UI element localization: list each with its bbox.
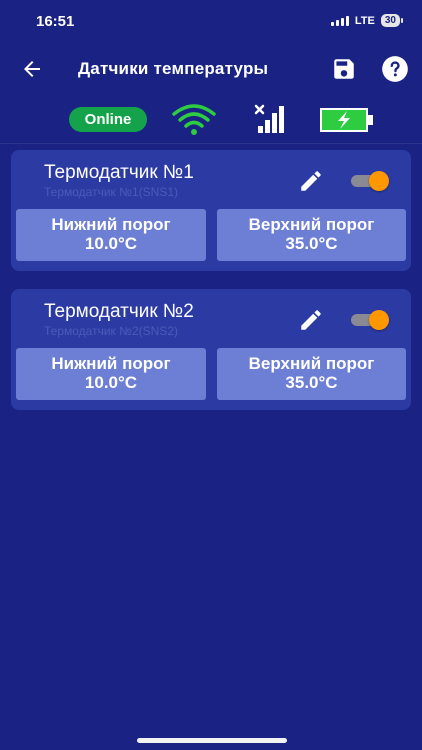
sensor-card: Термодатчик №1 Термодатчик №1(SNS1) Нижн…: [11, 150, 411, 271]
low-threshold-label: Нижний порог: [51, 215, 171, 235]
sensor-name: Термодатчик №1: [44, 162, 194, 183]
toggle-knob: [369, 310, 389, 330]
status-battery-icon: 30: [380, 14, 404, 27]
sensor-name: Термодатчик №2: [44, 301, 194, 322]
high-threshold-value: 35.0°C: [285, 234, 338, 253]
status-bar: 16:51 LTE 30: [0, 0, 422, 44]
sensor-id: Термодатчик №1(SNS1): [44, 185, 178, 199]
signal-strength-icon: [330, 15, 349, 26]
low-threshold-value: 10.0°C: [84, 373, 138, 392]
high-threshold-label: Верхний порог: [248, 215, 375, 235]
app-bar: Датчики температуры: [0, 48, 422, 90]
cellular-no-signal-icon: [254, 104, 284, 133]
help-icon[interactable]: [381, 55, 409, 83]
low-threshold-button[interactable]: Нижний порог 10.0°C: [16, 209, 206, 261]
edit-icon[interactable]: [298, 307, 324, 333]
high-threshold-value: 35.0°C: [285, 373, 338, 392]
battery-charging-icon: [320, 108, 373, 132]
status-time: 16:51: [36, 13, 75, 30]
save-icon[interactable]: [331, 56, 357, 82]
status-icons: LTE 30: [330, 14, 404, 27]
online-status-badge: Online: [69, 107, 147, 132]
sensor-enable-toggle[interactable]: [349, 310, 391, 330]
high-threshold-button[interactable]: Верхний порог 35.0°C: [217, 348, 406, 400]
low-threshold-value: 10.0°C: [84, 234, 138, 253]
page-title: Датчики температуры: [78, 59, 269, 78]
header-divider: [0, 143, 422, 144]
sensor-card: Термодатчик №2 Термодатчик №2(SNS2) Нижн…: [11, 289, 411, 410]
low-threshold-label: Нижний порог: [51, 354, 171, 374]
edit-icon[interactable]: [298, 168, 324, 194]
network-type: LTE: [354, 14, 375, 27]
home-indicator[interactable]: [137, 738, 287, 743]
sensor-enable-toggle[interactable]: [349, 171, 391, 191]
high-threshold-button[interactable]: Верхний порог 35.0°C: [217, 209, 406, 261]
toggle-knob: [369, 171, 389, 191]
low-threshold-button[interactable]: Нижний порог 10.0°C: [16, 348, 206, 400]
back-arrow-icon[interactable]: [20, 57, 44, 81]
sensor-id: Термодатчик №2(SNS2): [44, 324, 178, 338]
wifi-icon: [172, 104, 216, 135]
connection-indicators: Online: [0, 100, 422, 140]
high-threshold-label: Верхний порог: [248, 354, 375, 374]
